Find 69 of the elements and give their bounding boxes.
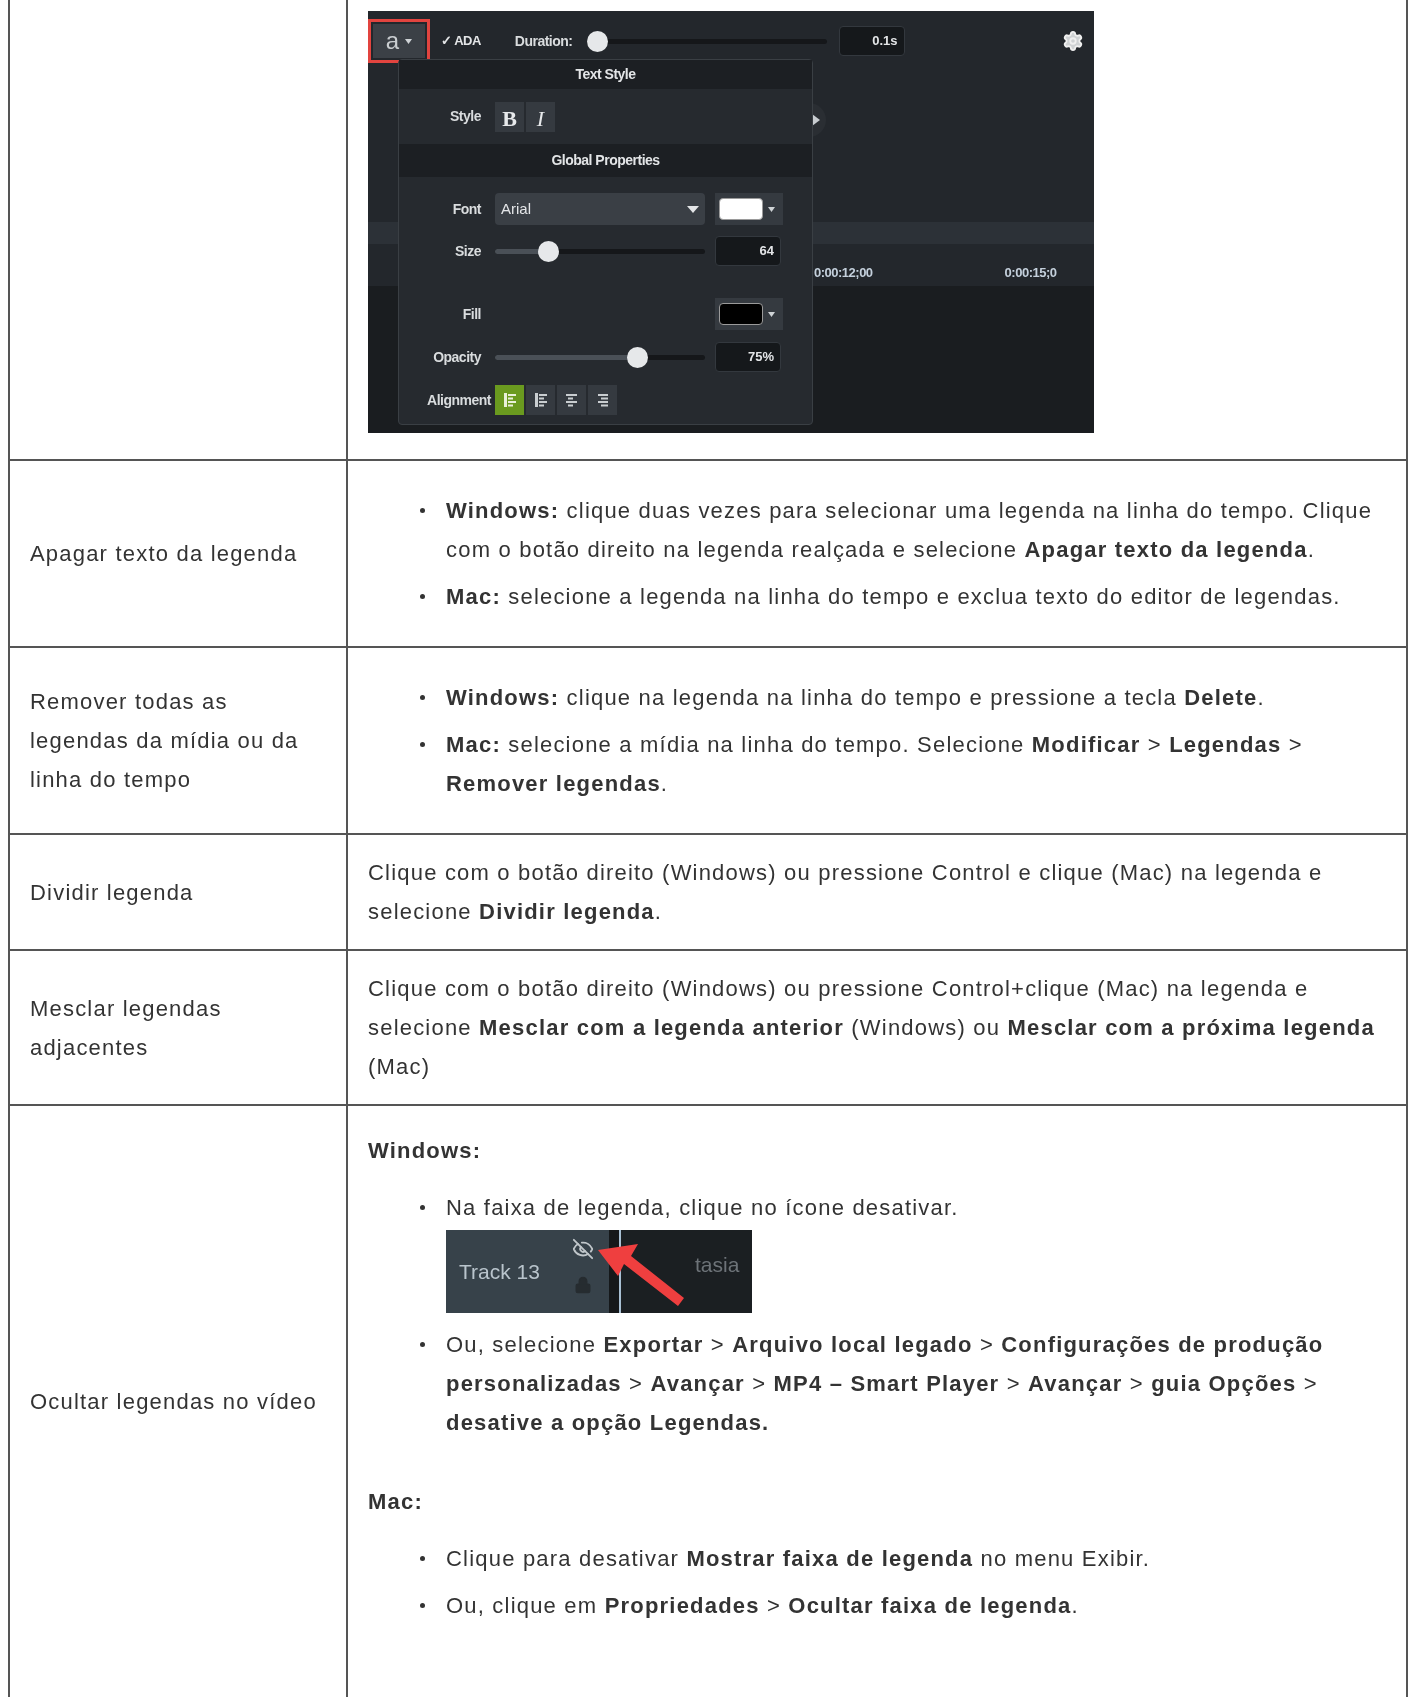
time-label: 0:00:15;0 xyxy=(1004,263,1057,282)
action-label: Ocultar legendas no vídeo xyxy=(30,1388,317,1416)
bullet-text: Windows: clique duas vezes para selecionar uma legenda na linha do tempo. Clique com o botão direito na legenda realçada e selecione Apagar texto da legenda. xyxy=(446,497,1374,564)
slider[interactable] xyxy=(495,240,705,262)
bullet-text: Clique para desativar Mostrar faixa de legenda no menu Exibir. xyxy=(446,1545,1151,1573)
align-icon xyxy=(564,392,579,408)
italic-button[interactable]: I xyxy=(526,101,555,132)
opacity-field[interactable]: 75% xyxy=(715,342,781,372)
action-label: Apagar texto da legenda xyxy=(30,540,298,568)
action-label: Remover todas as legendas da mídia ou da linha do tempo xyxy=(30,688,300,794)
panel-title: Text Style xyxy=(575,65,636,84)
size-label: Size xyxy=(454,241,482,261)
bullet-icon xyxy=(419,742,425,747)
action-label: Mesclar legendas adjacentes xyxy=(30,994,223,1062)
slider-thumb[interactable] xyxy=(627,346,649,368)
alignment-button[interactable] xyxy=(588,385,617,415)
style-label: Style xyxy=(449,107,482,126)
section-heading: Windows: xyxy=(368,1137,483,1165)
color-picker[interactable] xyxy=(715,193,783,225)
color-swatch xyxy=(719,198,763,220)
bullet-text: Windows: clique na legenda na linha do tempo e pressione a tecla Delete. xyxy=(446,684,1265,712)
alignment-button[interactable] xyxy=(557,385,586,415)
bullet-icon xyxy=(419,695,425,700)
section-title: Global Properties xyxy=(551,151,660,170)
bullet-text: Mac: selecione a legenda na linha do tempo e exclua texto do editor de legendas. xyxy=(446,583,1341,611)
font-dropdown[interactable]: Arial xyxy=(495,193,705,225)
description-text: Clique com o botão direito (Windows) ou pressione Control e clique (Mac) na legenda e selecione Dividir legenda. xyxy=(368,859,1324,926)
caret-icon xyxy=(687,205,699,213)
clip-label: tasia xyxy=(695,1251,740,1278)
bullet-text: Mac: selecione a mídia na linha do tempo. Selecione Modificar > Legendas > Remover legendas. xyxy=(446,731,1304,798)
fill-label: Fill xyxy=(461,304,482,324)
font-label: Font xyxy=(451,199,483,219)
caret-icon xyxy=(768,311,775,317)
slider[interactable] xyxy=(586,30,827,52)
slider[interactable] xyxy=(495,346,705,368)
alignment-label: Alignment xyxy=(426,390,493,410)
opacity-label: Opacity xyxy=(432,347,483,367)
slider-thumb[interactable] xyxy=(586,30,608,52)
duration-field[interactable]: 0.1s xyxy=(838,26,905,56)
time-label: 0:00:12;00 xyxy=(814,263,873,282)
color-picker[interactable] xyxy=(715,298,783,330)
bullet-icon xyxy=(419,1205,425,1210)
caret-icon xyxy=(768,206,775,212)
bold-button[interactable]: B xyxy=(495,101,524,132)
align-icon xyxy=(533,392,548,408)
bullet-icon xyxy=(419,1556,425,1561)
alignment-button[interactable] xyxy=(526,385,555,415)
align-icon xyxy=(595,392,610,408)
ada-toggle[interactable]: ✓ ADA xyxy=(441,31,481,51)
description-text: Clique com o botão direito (Windows) ou pressione Control+clique (Mac) na legenda e selecione Mesclar com a legenda anterior (Windows) ou Mesclar com a próxima legenda (Mac) xyxy=(368,975,1376,1081)
slider-thumb[interactable] xyxy=(538,240,560,262)
section-heading: Mac: xyxy=(368,1488,424,1516)
align-icon xyxy=(502,392,517,408)
duration-label: Duration: xyxy=(514,31,573,51)
bullet-icon xyxy=(419,1603,425,1608)
action-label: Dividir legenda xyxy=(30,878,194,907)
eye-off-icon[interactable] xyxy=(572,1238,594,1260)
bullet-icon xyxy=(419,594,425,599)
caret-icon xyxy=(405,38,413,44)
bullet-icon xyxy=(419,1342,425,1347)
bullet-text: Na faixa de legenda, clique no ícone desativar. xyxy=(446,1194,959,1222)
settings-icon[interactable] xyxy=(1062,30,1084,52)
bullet-icon xyxy=(419,508,425,513)
size-field[interactable]: 64 xyxy=(715,236,781,266)
font-button[interactable]: a xyxy=(373,24,425,58)
bullet-text: Ou, selecione Exportar > Arquivo local legado > Configurações de produção personalizadas > Avançar > MP4 – Smart Player > Avançar > guia Opções > desative a opção Legendas. xyxy=(446,1331,1325,1437)
color-swatch xyxy=(719,303,763,325)
bullet-text: Ou, clique em Propriedades > Ocultar faixa de legenda. xyxy=(446,1592,1079,1620)
track-name: Track 13 xyxy=(459,1258,540,1285)
